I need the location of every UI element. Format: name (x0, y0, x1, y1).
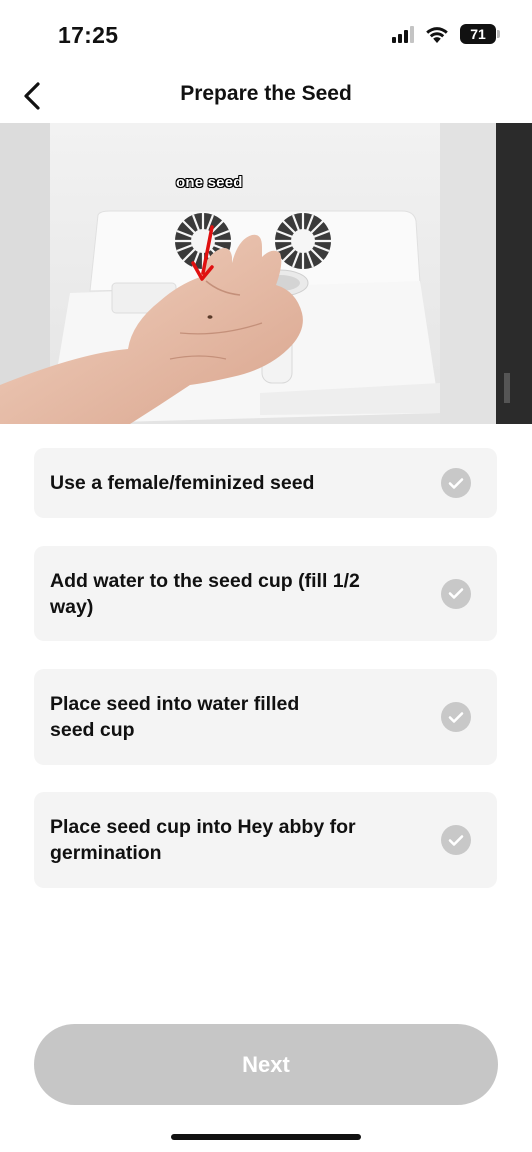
step-card[interactable]: Place seed into water filled seed cup (34, 669, 497, 765)
check-circle-icon[interactable] (441, 468, 471, 498)
status-icons: 71 (392, 24, 500, 44)
hero-caption: one seed (176, 174, 243, 191)
step-label: Place seed into water filled seed cup (50, 693, 300, 741)
signal-icon (392, 25, 414, 43)
step-card[interactable]: Use a female/feminized seed (34, 448, 497, 518)
page-title: Prepare the Seed (180, 82, 352, 105)
status-bar: 17:25 71 (0, 0, 532, 70)
step-card[interactable]: Place seed cup into Hey abby for germina… (34, 792, 497, 888)
check-circle-icon[interactable] (441, 702, 471, 732)
nav-bar: Prepare the Seed (0, 70, 532, 122)
prepare-seed-screen: 17:25 71 Prepare the Seed one seed Use a… (0, 0, 532, 1152)
check-circle-icon[interactable] (441, 825, 471, 855)
next-button[interactable]: Next (34, 1024, 498, 1105)
battery-icon: 71 (460, 24, 500, 44)
hero-image: one seed (0, 123, 532, 424)
status-time: 17:25 (58, 22, 119, 48)
home-indicator[interactable] (171, 1134, 361, 1140)
step-label: Add water to the seed cup (fill 1/2 way) (50, 569, 360, 618)
step-card[interactable]: Add water to the seed cup (fill 1/2 way) (34, 546, 497, 641)
step-label: Use a female/feminized seed (50, 472, 315, 494)
vent-right (275, 213, 331, 269)
step-label: Place seed cup into Hey abby for germina… (50, 816, 356, 864)
check-circle-icon[interactable] (441, 578, 471, 609)
wifi-icon (426, 27, 448, 43)
seed-illustration (0, 123, 532, 424)
